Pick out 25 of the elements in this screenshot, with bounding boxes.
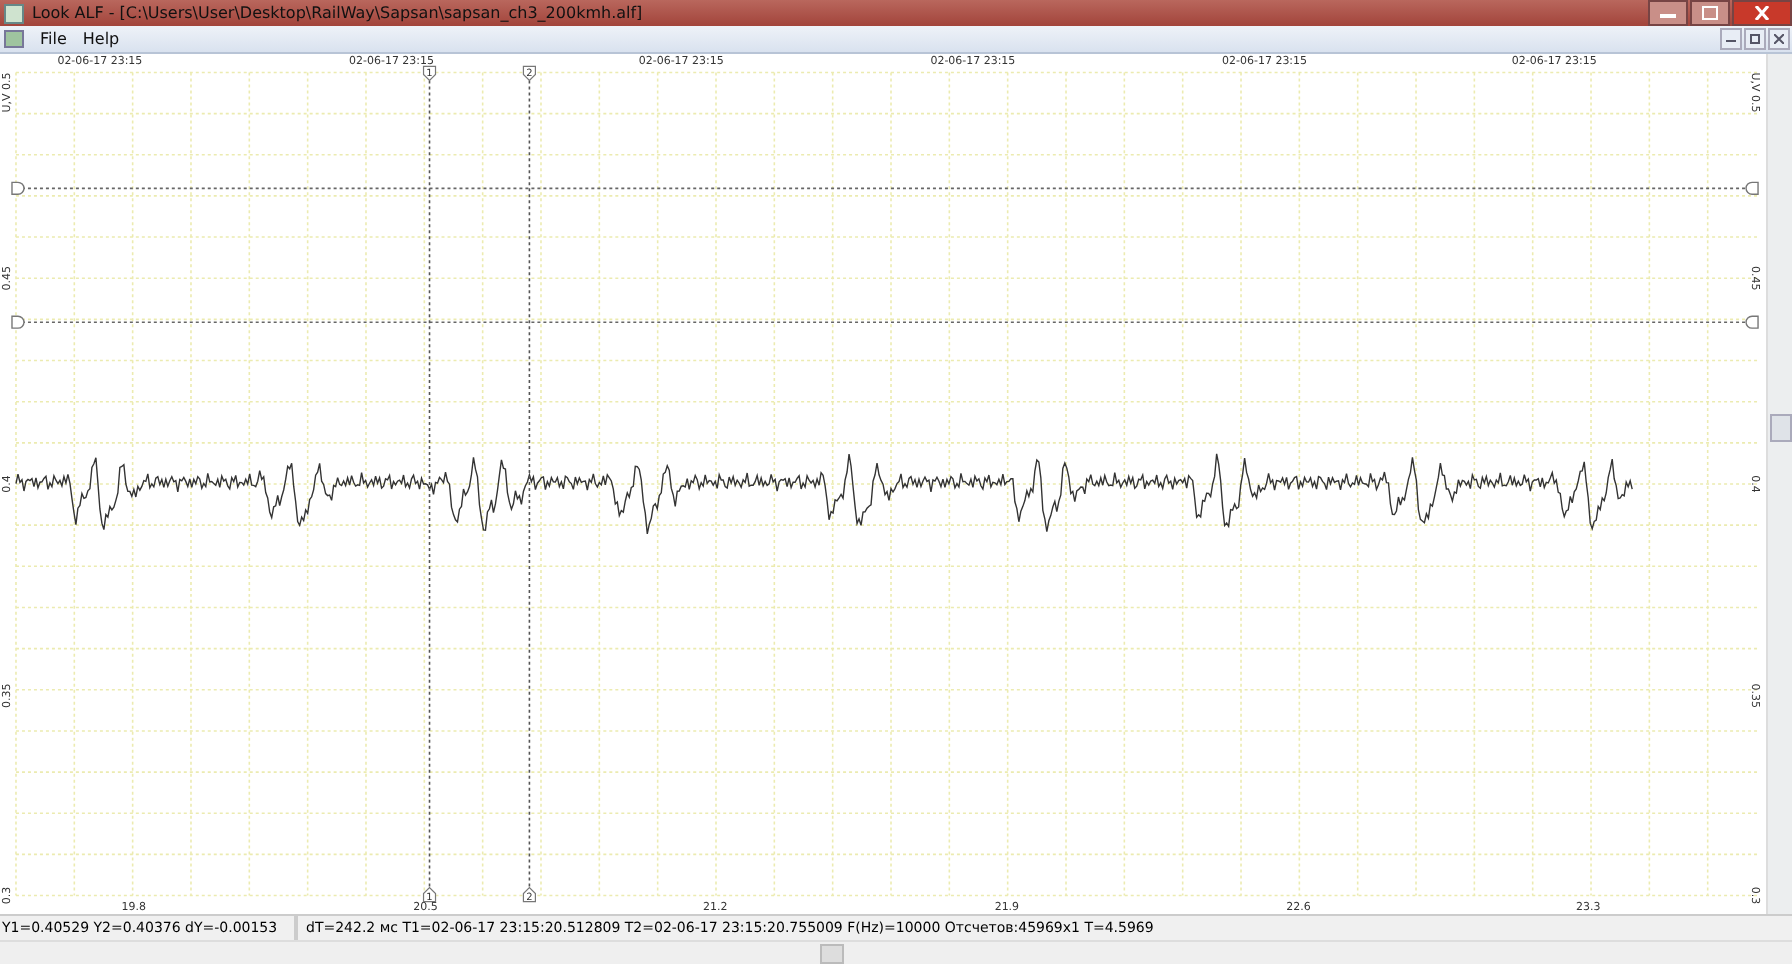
menu-item[interactable]: Help (74, 30, 128, 48)
close-icon (1754, 6, 1770, 20)
horizontal-cursor[interactable] (11, 315, 1759, 329)
maximize-icon (1702, 6, 1718, 20)
restore-icon (1750, 34, 1760, 44)
close-button[interactable] (1732, 0, 1792, 26)
document-icon (4, 30, 24, 48)
scroll-thumb[interactable] (1769, 414, 1791, 442)
vertical-scrollbar[interactable] (1766, 54, 1792, 914)
close-button[interactable] (1768, 28, 1790, 50)
minimize-icon (1726, 34, 1736, 44)
menu-item[interactable]: File (32, 30, 75, 48)
app-icon (4, 3, 24, 23)
minimize-button[interactable] (1720, 28, 1742, 50)
horizontal-cursor[interactable] (11, 181, 1759, 195)
minimize-button[interactable] (1648, 0, 1688, 26)
scroll-thumb[interactable] (820, 944, 844, 964)
close-icon (1774, 34, 1784, 44)
maximize-button[interactable] (1690, 0, 1730, 26)
cursor-line[interactable] (428, 79, 431, 889)
window-title: Look ALF - [C:\Users\User\Desktop\RailWay\Sapsan\sapsan_ch3_200kmh.alf] (32, 4, 645, 22)
minimize-icon (1660, 9, 1676, 17)
horizontal-scrollbar[interactable] (0, 940, 1792, 964)
restore-button[interactable] (1744, 28, 1766, 50)
cursor-line[interactable] (528, 79, 531, 889)
